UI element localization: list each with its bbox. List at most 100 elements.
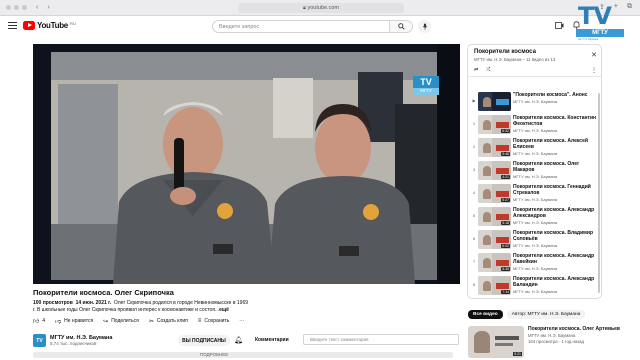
clip-label: Создать клип bbox=[156, 318, 188, 324]
save-button[interactable]: ≡ Сохранить bbox=[198, 318, 229, 324]
playlist-index: 5 bbox=[472, 213, 476, 218]
recommended-title: Покорители космоса. Олег Артемьев bbox=[528, 326, 620, 332]
playlist-thumbnail: 4:21 bbox=[478, 161, 511, 180]
playlist-more-icon[interactable]: ⋮ bbox=[591, 67, 597, 74]
mic-button[interactable] bbox=[418, 20, 431, 33]
channel-info[interactable]: TV МГТУ им. Н.Э. Баумана 5,74 тыс. подпи… bbox=[33, 334, 112, 347]
playlist-index: 8 bbox=[472, 282, 476, 287]
playlist-item[interactable]: ▶ "Покорители космоса". Анонс МГТУ им. Н.… bbox=[468, 91, 598, 112]
playlist-item[interactable]: 4 5:27 Покорители космоса. Геннадий Стре… bbox=[468, 183, 598, 204]
playlist-item[interactable]: 8 7:14 Покорители космоса. Александр Бал… bbox=[468, 275, 598, 296]
playlist-item[interactable]: 2 5:48 Покорители космоса. Алексей Елисе… bbox=[468, 137, 598, 158]
corner-logo-tv: TV bbox=[578, 2, 612, 30]
create-icon[interactable] bbox=[555, 21, 564, 29]
duration-badge: 7:14 bbox=[501, 290, 510, 294]
loop-icon[interactable]: ⇄ bbox=[474, 67, 478, 73]
like-button[interactable]: 👍︎ 4 bbox=[33, 317, 45, 325]
playlist-item-title: "Покорители космоса". Анонс bbox=[513, 92, 588, 98]
youtube-logo[interactable]: YouTube RU bbox=[23, 21, 76, 30]
recommended-video[interactable]: 5:21 Покорители космоса. Олег Артемьев М… bbox=[468, 326, 638, 360]
playlist-item-title: Покорители космоса. Александр Баландин bbox=[513, 276, 595, 288]
corner-channel-logo: TV МГТУ им. Н.Э. Баумана bbox=[572, 2, 634, 41]
bell-icon[interactable]: 🔔︎ bbox=[234, 336, 243, 344]
channel-avatar[interactable]: TV bbox=[33, 334, 46, 347]
recommended-channel: МГТУ им. Н.Э. Баумана bbox=[528, 333, 576, 338]
dislike-button[interactable]: 👎︎ Не нравится bbox=[55, 317, 93, 325]
address-bar[interactable]: 🔒︎ youtube.com bbox=[238, 3, 404, 13]
menu-icon[interactable] bbox=[8, 22, 17, 29]
video-title: Покорители космоса. Олег Скрипочка bbox=[33, 288, 174, 297]
playlist-thumbnail: 6:02 bbox=[478, 230, 511, 249]
logo-region: RU bbox=[69, 21, 76, 26]
duration-badge: 6:02 bbox=[501, 244, 510, 248]
subscribed-button[interactable]: ВЫ ПОДПИСАНЫ bbox=[178, 335, 230, 346]
description-line-1[interactable]: 100 просмотров 14 июн. 2021 г. Олег Скри… bbox=[33, 300, 463, 306]
url-text: youtube.com bbox=[307, 5, 339, 11]
playlist-item[interactable]: 7 5:36 Покорители космоса. Александр Лав… bbox=[468, 252, 598, 273]
playlist-item-title: Покорители космоса. Александр Лавейкин bbox=[513, 253, 595, 265]
scissors-icon: ✂ bbox=[148, 318, 154, 325]
playlist-item[interactable]: 1 6:32 Покорители космоса. Константин Фе… bbox=[468, 114, 598, 135]
comment-input[interactable]: Введите текст комментария bbox=[303, 334, 459, 345]
youtube-header: YouTube RU Введите запрос bbox=[0, 16, 640, 38]
playlist-thumbnail: 6:32 bbox=[478, 115, 511, 134]
mic-icon bbox=[422, 23, 427, 30]
playlist-item[interactable]: 6 6:02 Покорители космоса. Владимир Соло… bbox=[468, 229, 598, 250]
playlist-item-title: Покорители космоса. Владимир Соловьёв bbox=[513, 230, 594, 242]
share-button[interactable]: ↪ Поделиться bbox=[103, 318, 139, 325]
recommended-stats: 164 просмотра · 1 год назад bbox=[528, 339, 585, 344]
playlist-meta: МГТУ им. Н.Э. Баумана – 11 видео из 13 bbox=[474, 57, 556, 62]
more-text[interactable]: ПОДРОБНЕЕ bbox=[200, 352, 228, 357]
playlist-item-channel: МГТУ им. Н.Э. Баумана bbox=[513, 99, 558, 104]
show-more-link[interactable]: ещё bbox=[219, 307, 229, 313]
playlist-index: 4 bbox=[472, 190, 476, 195]
playlist-panel: Покорители космоса МГТУ им. Н.Э. Баумана… bbox=[467, 44, 602, 299]
playlist-item-channel: МГТУ им. Н.Э. Баумана bbox=[513, 266, 558, 271]
clip-button[interactable]: ✂ Создать клип bbox=[149, 318, 188, 325]
playlist-item-channel: МГТУ им. Н.Э. Баумана bbox=[513, 151, 558, 156]
forward-icon[interactable]: › bbox=[47, 4, 49, 11]
watermark-mgtu: МГТУ bbox=[413, 88, 439, 95]
youtube-page: YouTube RU Введите запрос TV МГТУ Покори… bbox=[0, 16, 640, 360]
chip-author[interactable]: Автор: МГТУ им. Н.Э. Баумана bbox=[506, 310, 586, 319]
playlist-thumbnail: 5:36 bbox=[478, 253, 511, 272]
search-icon bbox=[397, 23, 405, 30]
subscriber-count: 5,74 тыс. подписчиков bbox=[50, 341, 97, 346]
playlist-item-channel: МГТУ им. Н.Э. Баумана bbox=[513, 174, 558, 179]
duration-badge: 5:36 bbox=[501, 267, 510, 271]
upload-date: 14 июн. 2021 г. bbox=[75, 300, 112, 306]
duration-badge: 4:21 bbox=[501, 175, 510, 179]
playlist-index: 3 bbox=[472, 167, 476, 172]
playlist-thumbnail: 5:27 bbox=[478, 184, 511, 203]
search-input[interactable]: Введите запрос bbox=[212, 20, 390, 33]
playlist-thumbnail: 5:18 bbox=[478, 207, 511, 226]
shuffle-icon[interactable]: ⤮ bbox=[486, 67, 490, 73]
search-button[interactable] bbox=[390, 20, 413, 33]
playlist-header: Покорители космоса МГТУ им. Н.Э. Баумана… bbox=[468, 45, 601, 77]
playlist-scrollbar[interactable] bbox=[598, 93, 600, 293]
more-actions-button[interactable]: ··· bbox=[239, 318, 244, 324]
video-frame bbox=[33, 44, 460, 284]
thumbs-up-icon: 👍︎ bbox=[33, 319, 40, 325]
playlist-item[interactable]: 5 5:18 Покорители космоса. Александр Але… bbox=[468, 206, 598, 227]
window-controls[interactable] bbox=[6, 5, 27, 10]
description-line-2[interactable]: г. В школьные годы Олег Скрипочка прояви… bbox=[33, 307, 463, 313]
thumbs-down-icon: 👎︎ bbox=[55, 319, 62, 325]
playlist-item-title: Покорители космоса. Константин Феоктисто… bbox=[513, 115, 597, 127]
filter-chips: Все видео Автор: МГТУ им. Н.Э. Баумана bbox=[468, 310, 586, 319]
video-player[interactable]: TV МГТУ bbox=[33, 44, 460, 284]
chip-all-videos[interactable]: Все видео bbox=[468, 310, 503, 319]
back-icon[interactable]: ‹ bbox=[36, 4, 38, 11]
comments-heading: Комментарии bbox=[255, 337, 289, 343]
playlist-thumbnail: 5:48 bbox=[478, 138, 511, 157]
duration-badge: 5:27 bbox=[501, 198, 510, 202]
view-count: 100 просмотров bbox=[33, 300, 73, 306]
playlist-title[interactable]: Покорители космоса bbox=[474, 49, 536, 55]
playlist-item[interactable]: 3 4:21 Покорители космоса. Олег Макаров М… bbox=[468, 160, 598, 181]
duration-badge: 5:18 bbox=[501, 221, 510, 225]
save-label: Сохранить bbox=[204, 318, 230, 324]
playlist-item-title: Покорители космоса. Геннадий Стрекалов bbox=[513, 184, 591, 196]
duration-badge: 6:32 bbox=[501, 129, 510, 133]
close-icon[interactable]: ✕ bbox=[591, 51, 597, 59]
dislike-label: Не нравится bbox=[64, 318, 94, 324]
